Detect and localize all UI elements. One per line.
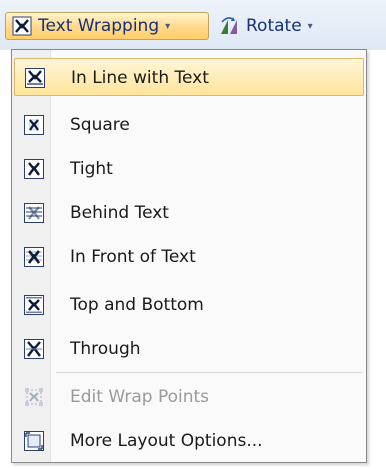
- rotate-button[interactable]: Rotate ▾: [214, 12, 366, 40]
- menu-item-top-and-bottom[interactable]: Top and Bottom: [14, 286, 364, 324]
- menu-item-label: In Front of Text: [70, 247, 196, 267]
- top-bottom-wrap-icon: [24, 295, 44, 315]
- menu-item-square[interactable]: Square: [14, 106, 364, 144]
- tight-wrap-icon: [24, 159, 44, 179]
- rotate-label: Rotate: [246, 16, 302, 36]
- menu-item-label: Top and Bottom: [70, 295, 204, 315]
- ribbon-toolbar: Text Wrapping ▾ Rotate ▾: [0, 0, 386, 50]
- square-wrap-icon: [24, 115, 44, 135]
- behind-text-icon: [24, 203, 44, 223]
- menu-item-in-line-with-text[interactable]: In Line with Text: [14, 58, 364, 96]
- menu-item-tight[interactable]: Tight: [14, 150, 364, 188]
- menu-item-label: Tight: [70, 159, 113, 179]
- text-wrapping-menu: In Line with Text Square Tight Behind Te…: [11, 49, 367, 463]
- rotate-icon: [221, 17, 237, 34]
- menu-item-edit-wrap-points: Edit Wrap Points: [14, 378, 364, 416]
- menu-item-more-layout-options[interactable]: More Layout Options...: [14, 422, 364, 460]
- text-wrapping-dropdown-screen: Text Wrapping ▾ Rotate ▾ In Line with Te…: [0, 0, 386, 469]
- in-front-of-text-icon: [24, 247, 44, 267]
- menu-item-in-front-of-text[interactable]: In Front of Text: [14, 238, 364, 276]
- menu-item-label: In Line with Text: [71, 68, 209, 88]
- text-wrapping-label: Text Wrapping: [38, 16, 160, 36]
- text-wrapping-button[interactable]: Text Wrapping ▾: [5, 12, 209, 40]
- text-wrapping-icon: [12, 16, 32, 36]
- through-wrap-icon: [24, 339, 44, 359]
- menu-item-label: Behind Text: [70, 203, 169, 223]
- menu-item-through[interactable]: Through: [14, 330, 364, 368]
- layout-options-icon: [24, 431, 44, 451]
- chevron-down-icon: ▾: [165, 20, 171, 32]
- menu-item-label: Edit Wrap Points: [70, 387, 210, 407]
- inline-wrap-icon: [25, 68, 45, 88]
- menu-item-label: Square: [70, 115, 130, 135]
- chevron-down-icon: ▾: [307, 20, 313, 32]
- edit-wrap-points-icon: [25, 388, 43, 406]
- menu-item-label: More Layout Options...: [70, 431, 263, 451]
- menu-item-behind-text[interactable]: Behind Text: [14, 194, 364, 232]
- menu-item-label: Through: [70, 339, 141, 359]
- menu-separator: [56, 372, 362, 373]
